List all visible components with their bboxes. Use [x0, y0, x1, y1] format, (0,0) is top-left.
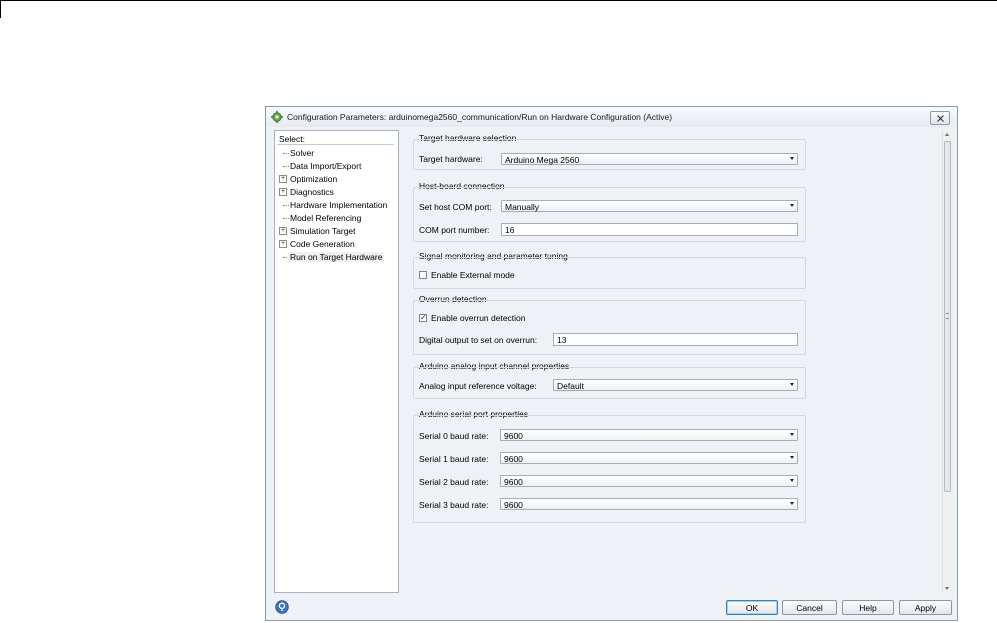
serial-1-label: Serial 1 baud rate: [419, 454, 489, 464]
expand-plus-icon[interactable]: + [279, 240, 287, 248]
external-mode-label: Enable External mode [431, 270, 515, 280]
serial-3-label: Serial 3 baud rate: [419, 500, 489, 510]
chevron-down-icon [790, 157, 794, 160]
overrun-enable-checkbox[interactable]: ✓ [419, 313, 427, 322]
expand-plus-icon[interactable]: + [279, 188, 287, 196]
configuration-parameters-dialog: Configuration Parameters: arduinomega256… [265, 106, 958, 621]
com-port-label: Set host COM port: [419, 202, 492, 212]
tree-item-label: Optimization [290, 174, 338, 184]
scroll-grip-icon [946, 313, 949, 319]
expand-plus-icon[interactable]: + [279, 227, 287, 235]
serial-3-value: 9600 [504, 500, 523, 510]
serial-0-label: Serial 0 baud rate: [419, 431, 489, 441]
scroll-up-icon[interactable] [945, 133, 949, 136]
vertical-scrollbar[interactable] [942, 130, 952, 593]
cancel-button[interactable]: Cancel [782, 600, 837, 615]
analog-ref-value: Default [557, 381, 584, 391]
serial-1-dropdown[interactable]: 9600 [500, 452, 798, 464]
serial-1-value: 9600 [504, 454, 523, 464]
tree-connector [283, 205, 289, 206]
serial-2-value: 9600 [504, 477, 523, 487]
target-hardware-value: Arduino Mega 2560 [505, 155, 580, 165]
com-port-number-label: COM port number: [419, 225, 490, 235]
close-button[interactable] [930, 111, 950, 125]
close-icon [936, 114, 944, 122]
tree-item-label: Run on Target Hardware [288, 252, 385, 262]
tree-item-label: Model Referencing [290, 213, 362, 223]
tree-item-label: Data Import/Export [290, 161, 362, 171]
settings-gear-icon [271, 111, 283, 123]
digital-output-label: Digital output to set on overrun: [419, 335, 538, 345]
chevron-down-icon [790, 383, 794, 386]
overrun-detection-group [413, 300, 806, 355]
help-question-icon[interactable] [275, 600, 289, 614]
serial-2-label: Serial 2 baud rate: [419, 477, 489, 487]
com-port-value: Manually [505, 202, 540, 212]
help-button[interactable]: Help [842, 600, 894, 615]
dialog-button-bar: OK Cancel Help Apply [266, 595, 957, 621]
chevron-down-icon [790, 479, 794, 482]
tree-item-simulation-target[interactable]: + Simulation Target [279, 225, 394, 237]
target-hardware-dropdown[interactable]: Arduino Mega 2560 [501, 153, 798, 165]
window-title: Configuration Parameters: arduinomega256… [287, 112, 673, 122]
tree-connector [283, 218, 289, 219]
page-corner-mark [0, 0, 1, 18]
com-port-number-input[interactable] [502, 224, 797, 235]
expand-plus-icon[interactable]: + [279, 175, 287, 183]
tree-header-label: Select: [279, 134, 305, 144]
tree-item-diagnostics[interactable]: + Diagnostics [279, 186, 394, 198]
tree-item-solver[interactable]: Solver [279, 147, 394, 159]
tree-header: Select: [277, 133, 394, 145]
serial-3-dropdown[interactable]: 9600 [500, 498, 798, 510]
title-bar[interactable]: Configuration Parameters: arduinomega256… [266, 107, 957, 127]
checkmark-icon: ✓ [420, 313, 427, 322]
ok-button[interactable]: OK [726, 600, 778, 615]
scroll-down-icon[interactable] [945, 587, 949, 590]
tree-item-code-generation[interactable]: + Code Generation [279, 238, 394, 250]
tree-item-run-on-target-hardware[interactable]: Run on Target Hardware [279, 251, 394, 263]
target-hardware-label: Target hardware: [419, 154, 483, 164]
external-mode-checkbox[interactable] [419, 271, 427, 279]
chevron-down-icon [790, 502, 794, 505]
serial-2-dropdown[interactable]: 9600 [500, 475, 798, 487]
tree-connector [283, 153, 289, 154]
chevron-down-icon [790, 456, 794, 459]
digital-output-input[interactable] [554, 334, 797, 345]
tree-connector [283, 166, 289, 167]
serial-0-dropdown[interactable]: 9600 [500, 429, 798, 441]
com-port-number-field[interactable] [501, 223, 798, 236]
tree-item-hardware-implementation[interactable]: Hardware Implementation [279, 199, 394, 211]
digital-output-field[interactable] [553, 333, 798, 346]
tree-item-label: Diagnostics [290, 187, 334, 197]
tree-item-label: Solver [290, 148, 315, 158]
select-tree-panel: Select: Solver Data Import/Export + Opti… [274, 130, 399, 593]
serial-0-value: 9600 [504, 431, 523, 441]
tree-item-label: Simulation Target [290, 226, 356, 236]
settings-content-pane: Target hardware selection Target hardwar… [405, 130, 942, 593]
chevron-down-icon [790, 204, 794, 207]
chevron-down-icon [790, 433, 794, 436]
tree-item-model-referencing[interactable]: Model Referencing [279, 212, 394, 224]
tree-item-label: Code Generation [290, 239, 355, 249]
com-port-dropdown[interactable]: Manually [501, 200, 798, 212]
scrollbar-thumb[interactable] [944, 141, 951, 492]
tree-item-label: Hardware Implementation [290, 200, 388, 210]
tree-item-optimization[interactable]: + Optimization [279, 173, 394, 185]
page-top-rule [0, 0, 997, 1]
analog-ref-dropdown[interactable]: Default [553, 379, 798, 391]
apply-button[interactable]: Apply [899, 600, 952, 615]
tree-item-data-import-export[interactable]: Data Import/Export [279, 160, 394, 172]
analog-ref-label: Analog input reference voltage: [419, 381, 537, 391]
overrun-enable-label: Enable overrun detection [431, 313, 526, 323]
